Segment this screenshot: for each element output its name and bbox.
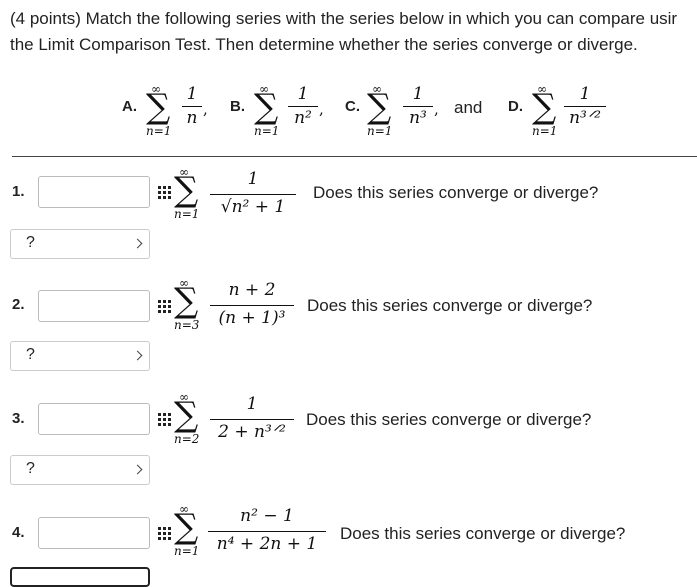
summation: ∞ ∑ n=1 1 n³ ,: [367, 82, 443, 142]
denominator: n³ᐟ²: [569, 108, 601, 128]
separator: ,: [319, 100, 324, 118]
question-number: 3.: [12, 410, 25, 427]
choice-letter: C.: [345, 98, 360, 115]
denominator: n³: [409, 108, 427, 128]
grid-icon[interactable]: [158, 300, 172, 314]
denominator: 2 + n³ᐟ²: [218, 422, 286, 442]
series-expression: ∞ ∑ n=2 1 2 + n³ᐟ²: [174, 390, 304, 450]
numerator: 1: [297, 84, 309, 104]
sigma-symbol: ∑: [174, 395, 199, 435]
summation: ∞ ∑ n=1 1 n² ,: [254, 82, 330, 142]
and-label: and: [454, 98, 483, 117]
sum-lower-limit: n=1: [174, 544, 200, 558]
summation: ∞ ∑ n=1 1 n ,: [146, 82, 208, 142]
fraction-bar: [210, 305, 294, 306]
sum-lower-limit: n=1: [532, 124, 558, 138]
sigma-symbol: ∑: [146, 87, 171, 127]
sigma-symbol: ∑: [174, 170, 199, 210]
fraction: 1 n³ᐟ²: [564, 84, 606, 128]
denominator: √n² + 1: [220, 197, 286, 217]
question-number: 1.: [12, 183, 25, 200]
sigma-symbol: ∑: [174, 281, 199, 321]
sum-lower-limit: n=2: [174, 432, 200, 446]
choice-letter: D.: [508, 98, 523, 115]
fraction: n² − 1 n⁴ + 2n + 1: [208, 506, 326, 556]
sigma-symbol: ∑: [367, 87, 392, 127]
fraction: n + 2 (n + 1)³: [210, 280, 294, 330]
fraction: 1 n³: [403, 84, 433, 128]
sum-lower-limit: n=1: [146, 124, 172, 138]
match-answer-input[interactable]: [38, 517, 171, 549]
choice-letter: B.: [230, 98, 245, 115]
sum-lower-limit: n=1: [367, 124, 393, 138]
fraction-bar: [403, 106, 433, 107]
grid-icon[interactable]: [158, 413, 172, 427]
numerator: n + 2: [228, 280, 276, 300]
chevron-down-icon: [132, 464, 143, 475]
sum-lower-limit: n=1: [254, 124, 280, 138]
choice-d: D. ∞ ∑ n=1 1 n³ᐟ²: [508, 82, 608, 142]
separator: ,: [434, 100, 439, 118]
fraction-bar: [208, 531, 326, 532]
numerator: 1: [247, 169, 259, 189]
fraction: 1 n: [182, 84, 202, 128]
fraction: 1 n²: [288, 84, 318, 128]
fraction-bar: [210, 194, 296, 195]
converge-diverge-select[interactable]: ?: [10, 341, 150, 371]
numerator: 1: [579, 84, 591, 104]
denominator: (n + 1)³: [218, 308, 286, 328]
choice-c: C. ∞ ∑ n=1 1 n³ ,: [345, 82, 445, 142]
numerator: 1: [186, 84, 198, 104]
choice-a: A. ∞ ∑ n=1 1 n ,: [122, 82, 212, 142]
converge-diverge-prompt: Does this series converge or diverge?: [306, 410, 592, 429]
grid-icon[interactable]: [158, 527, 172, 541]
sigma-symbol: ∑: [174, 507, 199, 547]
converge-diverge-prompt: Does this series converge or diverge?: [307, 296, 593, 315]
fraction-bar: [288, 106, 318, 107]
question-number: 4.: [12, 524, 25, 541]
select-value: ?: [26, 460, 35, 477]
problem-line-1: (4 points) Match the following series wi…: [10, 9, 678, 28]
problem-line-2: the Limit Comparison Test. Then determin…: [10, 35, 638, 54]
summation: ∞ ∑ n=1 1 n³ᐟ²: [532, 82, 608, 142]
numerator: 1: [412, 84, 424, 104]
fraction-bar: [210, 419, 294, 420]
converge-diverge-select[interactable]: ?: [10, 229, 150, 259]
sum-lower-limit: n=3: [174, 318, 200, 332]
problem-statement: (4 points) Match the following series wi…: [10, 6, 697, 58]
chevron-down-icon: [132, 350, 143, 361]
converge-diverge-select[interactable]: [10, 567, 150, 587]
denominator: n²: [294, 108, 312, 128]
choice-b: B. ∞ ∑ n=1 1 n² ,: [230, 82, 330, 142]
denominator: n⁴ + 2n + 1: [216, 534, 318, 554]
numerator: 1: [246, 394, 258, 414]
converge-diverge-prompt: Does this series converge or diverge?: [313, 183, 599, 202]
match-answer-input[interactable]: [38, 290, 171, 322]
sum-lower-limit: n=1: [174, 207, 200, 221]
series-expression: ∞ ∑ n=3 n + 2 (n + 1)³: [174, 276, 304, 336]
converge-diverge-prompt: Does this series converge or diverge?: [340, 524, 626, 543]
converge-diverge-select[interactable]: ?: [10, 455, 150, 485]
comparison-series-choices: A. ∞ ∑ n=1 1 n , B. ∞ ∑ n=1 1 n² , C. ∞ …: [0, 82, 697, 142]
separator: ,: [203, 100, 208, 118]
fraction: 1 2 + n³ᐟ²: [210, 394, 294, 444]
select-value: ?: [26, 234, 35, 251]
match-answer-input[interactable]: [38, 403, 171, 435]
select-value: ?: [26, 346, 35, 363]
section-divider: [12, 156, 697, 157]
sigma-symbol: ∑: [254, 87, 279, 127]
series-expression: ∞ ∑ n=1 1 √n² + 1: [174, 165, 304, 225]
choice-letter: A.: [122, 98, 137, 115]
numerator: n² − 1: [240, 506, 294, 526]
denominator: n: [186, 108, 198, 128]
fraction-bar: [564, 106, 606, 107]
fraction: 1 √n² + 1: [210, 169, 296, 219]
sigma-symbol: ∑: [532, 87, 557, 127]
chevron-down-icon: [132, 238, 143, 249]
match-answer-input[interactable]: [38, 176, 171, 208]
question-number: 2.: [12, 296, 25, 313]
series-expression: ∞ ∑ n=1 n² − 1 n⁴ + 2n + 1: [174, 502, 334, 562]
grid-icon[interactable]: [158, 186, 172, 200]
fraction-bar: [182, 106, 202, 107]
